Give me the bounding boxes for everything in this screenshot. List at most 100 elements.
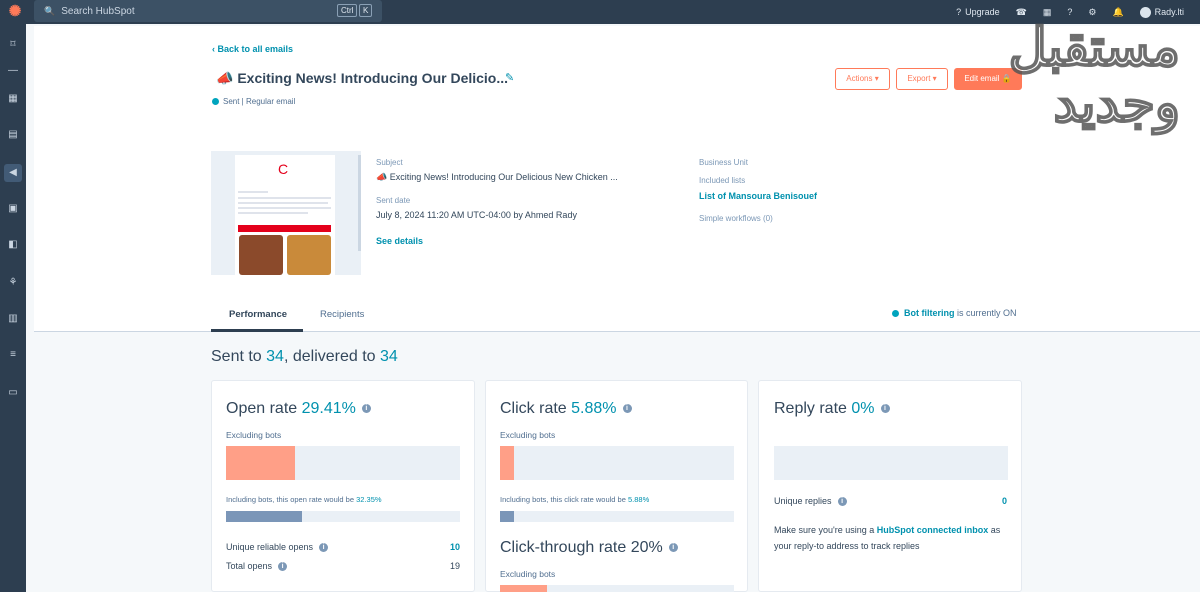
bot-filtering-text: is currently ON	[957, 308, 1017, 318]
sent-date-label: Sent date	[376, 196, 411, 205]
open-including-bar	[226, 511, 460, 522]
back-to-all-emails-link[interactable]: ‹ Back to all emails	[212, 44, 293, 54]
phone-icon[interactable]: ☎	[1016, 7, 1027, 18]
divider-icon: —	[8, 65, 18, 76]
reply-rate-label: Reply rate	[774, 400, 852, 417]
click-rate-title: Click rate 5.88% i	[500, 400, 632, 418]
settings-gear-icon[interactable]: ⚙	[1088, 7, 1096, 18]
info-icon[interactable]: i	[837, 497, 847, 507]
reply-rate-card: Reply rate 0% i Unique replies i 0 Make su…	[758, 380, 1022, 592]
tabs-divider	[34, 331, 1200, 332]
info-icon[interactable]: i	[668, 543, 678, 553]
open-excluding-bots-label: Excluding bots	[226, 430, 282, 440]
connected-inbox-link[interactable]: HubSpot connected inbox	[877, 525, 989, 535]
help-icon[interactable]: ?	[1067, 7, 1072, 17]
shortcut-k-key: K	[359, 4, 373, 17]
workspaces-icon[interactable]: ▦	[4, 90, 22, 108]
see-details-link[interactable]: See details	[376, 236, 423, 246]
ctr-label: Click-through rate	[500, 539, 631, 556]
export-button[interactable]: Export ▾	[896, 68, 948, 90]
active-tab-indicator	[211, 329, 303, 332]
note-suffix: as	[988, 525, 1001, 535]
left-sidebar: ⌑ — ▦ ▤ ◀ ▣ ◧ ⚘ ▥ ≡ ▭	[0, 24, 26, 592]
edit-name-pencil-icon[interactable]: ✎	[505, 71, 514, 84]
email-preview-thumbnail[interactable]: C	[211, 151, 361, 275]
sent-count: 34	[266, 348, 284, 365]
email-title: Exciting News! Introducing Our Delicio..…	[237, 70, 509, 86]
restaurant-logo-icon: C	[278, 161, 289, 177]
open-including-value: 32.35%	[356, 495, 382, 504]
reply-tracking-note: Make sure you're using a HubSpot connect…	[774, 522, 1014, 554]
preview-food-image	[239, 235, 283, 275]
included-lists-label: Included lists	[699, 176, 746, 185]
unique-replies-label: Unique replies i	[774, 496, 847, 507]
upgrade-button[interactable]: ? Upgrade	[956, 7, 1000, 17]
ctr-excluding-bots-label: Excluding bots	[500, 569, 556, 579]
click-rate-value: 5.88%	[571, 400, 617, 417]
click-rate-card: Click rate 5.88% i Excluding bots Includi…	[485, 380, 748, 592]
preview-food-image	[287, 235, 331, 275]
reply-rate-bar	[774, 446, 1008, 480]
marketplace-icon[interactable]: ▦	[1043, 7, 1052, 18]
sent-date-value: July 8, 2024 11:20 AM UTC-04:00 by Ahmed…	[376, 210, 577, 220]
contacts-icon[interactable]: ▤	[4, 126, 22, 144]
click-rate-bar	[500, 446, 734, 480]
subject-value: 📣 Exciting News! Introducing Our Delicio…	[376, 172, 618, 182]
bookmark-icon[interactable]: ⌑	[4, 36, 22, 54]
unique-opens-text: Unique reliable opens	[226, 542, 314, 552]
info-icon[interactable]: i	[361, 404, 371, 414]
search-placeholder: Search HubSpot	[61, 5, 135, 17]
actions-button[interactable]: Actions ▾	[835, 68, 890, 90]
preview-cta-bar	[238, 225, 331, 232]
bot-filtering-status: Bot filtering is currently ON	[892, 308, 1017, 318]
unique-opens-value[interactable]: 10	[450, 542, 460, 552]
reply-rate-value: 0%	[851, 400, 875, 417]
info-icon[interactable]: i	[278, 562, 288, 572]
status-badge: Sent | Regular email	[212, 97, 295, 106]
click-including-bots-text: Including bots, this click rate would be…	[500, 495, 649, 504]
reporting-icon[interactable]: ▥	[4, 310, 22, 328]
shortcut-ctrl-key: Ctrl	[337, 4, 358, 17]
automation-icon[interactable]: ⚘	[4, 274, 22, 292]
unique-replies-value[interactable]: 0	[1002, 496, 1007, 506]
open-including-bar-fill	[226, 511, 302, 522]
tab-performance[interactable]: Performance	[229, 309, 287, 320]
info-icon[interactable]: i	[319, 543, 329, 553]
open-including-bots-text: Including bots, this open rate would be …	[226, 495, 382, 504]
subject-label: Subject	[376, 158, 403, 167]
account-menu[interactable]: Rady.lti	[1139, 6, 1184, 18]
content-icon[interactable]: ▣	[4, 200, 22, 218]
search-bar[interactable]: 🔍 Search HubSpot Ctrl K	[34, 0, 382, 22]
click-rate-label: Click rate	[500, 400, 572, 417]
info-icon[interactable]: i	[622, 404, 632, 414]
total-opens-value: 19	[449, 561, 460, 571]
ctr-bar-fill	[500, 585, 547, 592]
included-list-link[interactable]: List of Mansoura Benisouef	[699, 191, 817, 201]
delivery-summary: Sent to 34, delivered to 34	[211, 348, 398, 366]
commerce-icon[interactable]: ◧	[4, 236, 22, 254]
bot-filtering-link[interactable]: Bot filtering	[904, 308, 955, 318]
click-including-bar	[500, 511, 734, 522]
tab-recipients[interactable]: Recipients	[320, 309, 364, 320]
ctr-bar	[500, 585, 734, 592]
note-prefix: Make sure you're using a	[774, 525, 877, 535]
preview-scrollbar[interactable]	[358, 155, 361, 251]
search-icon: 🔍	[44, 5, 56, 16]
preview-line	[238, 197, 331, 199]
click-excluding-bots-label: Excluding bots	[500, 430, 556, 440]
arabic-watermark-logo: مستقبل وجديد	[1008, 19, 1181, 133]
info-icon[interactable]: i	[880, 404, 890, 414]
library-folder-icon[interactable]: ▭	[4, 384, 22, 402]
data-management-icon[interactable]: ≡	[4, 346, 22, 364]
note-line2: your reply-to address to track replies	[774, 541, 920, 551]
preview-line	[238, 191, 268, 193]
back-label: Back to all emails	[217, 44, 294, 54]
preview-line	[238, 207, 331, 209]
open-rate-bar	[226, 446, 460, 480]
delivered-prefix: , delivered to	[283, 348, 381, 365]
megaphone-emoji: 📣	[216, 70, 234, 86]
click-including-value: 5.88%	[627, 495, 650, 504]
marketing-icon[interactable]: ◀	[4, 164, 22, 182]
hubspot-logo-icon[interactable]: ✺	[6, 3, 24, 21]
notifications-bell-icon[interactable]: 🔔	[1112, 7, 1123, 18]
